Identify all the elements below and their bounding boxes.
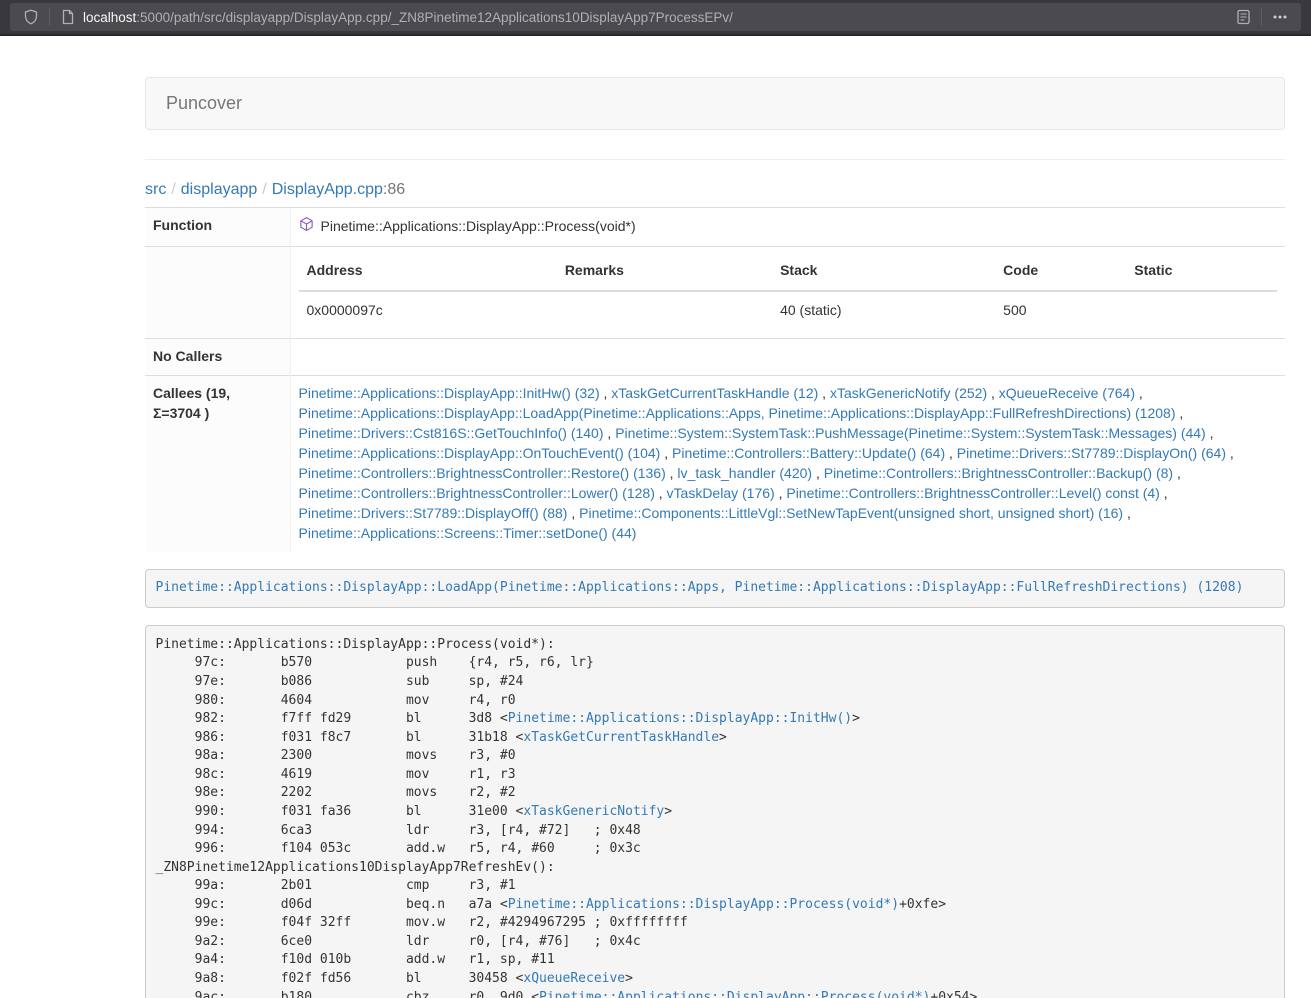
table-row-no-callers: No Callers [145, 338, 1285, 375]
callee-link[interactable]: xTaskGenericNotify (252) [830, 385, 987, 401]
callee-link[interactable]: Pinetime::Controllers::BrightnessControl… [824, 465, 1173, 481]
snippet-link[interactable]: Pinetime::Applications::DisplayApp::Load… [156, 580, 1244, 595]
asm-symbol-link[interactable]: xQueueReceive [523, 971, 625, 986]
column-header-code: Code [995, 255, 1126, 291]
column-header-remarks: Remarks [557, 255, 772, 291]
divider [145, 159, 1285, 160]
urlbar-divider [49, 8, 50, 26]
page-actions-ellipsis-icon[interactable] [1269, 6, 1291, 28]
callee-link[interactable]: Pinetime::Drivers::St7789::DisplayOff() … [299, 505, 568, 521]
callee-link[interactable]: Pinetime::Drivers::St7789::DisplayOn() (… [957, 445, 1226, 461]
callee-link[interactable]: Pinetime::Applications::Screens::Timer::… [299, 525, 637, 541]
table-row: 0x0000097c 40 (static) 500 [299, 291, 1278, 330]
function-label: Function [145, 208, 290, 247]
column-header-address: Address [299, 255, 557, 291]
breadcrumb-line-number: :86 [383, 181, 405, 198]
url-text[interactable]: localhost:5000/path/src/displayapp/Displ… [83, 10, 733, 25]
callee-link[interactable]: lv_task_handler (420) [677, 465, 812, 481]
asm-symbol-link[interactable]: xTaskGetCurrentTaskHandle [523, 730, 719, 745]
callees-list: Pinetime::Applications::DisplayApp::Init… [290, 375, 1285, 551]
asm-symbol-link[interactable]: Pinetime::Applications::DisplayApp::Init… [508, 711, 852, 726]
assembly-pre: Pinetime::Applications::DisplayApp::Proc… [145, 625, 1285, 998]
callee-link[interactable]: xTaskGetCurrentTaskHandle (12) [611, 385, 818, 401]
breadcrumb-separator: / [257, 181, 271, 198]
cell-remarks [557, 291, 772, 330]
table-row-function: Function Pinetime::Applications::Display… [145, 208, 1285, 247]
callee-link[interactable]: xQueueReceive (764) [999, 385, 1135, 401]
details-table: Address Remarks Stack Code Static 0x0000… [299, 255, 1278, 330]
callee-link[interactable]: Pinetime::Drivers::Cst816S::GetTouchInfo… [299, 425, 604, 441]
breadcrumb-link-file[interactable]: DisplayApp.cpp [272, 181, 383, 198]
callee-link[interactable]: Pinetime::Controllers::BrightnessControl… [299, 465, 666, 481]
brand-link[interactable]: Puncover [166, 93, 242, 114]
callee-link[interactable]: Pinetime::Applications::DisplayApp::Init… [299, 385, 600, 401]
cell-address: 0x0000097c [299, 291, 557, 330]
urlbar-divider [1261, 8, 1262, 26]
breadcrumb-separator: / [166, 181, 180, 198]
snippet-pre: Pinetime::Applications::DisplayApp::Load… [145, 569, 1285, 609]
cell-stack: 40 (static) [772, 291, 995, 330]
no-callers-label: No Callers [145, 338, 290, 375]
callee-link[interactable]: Pinetime::Applications::DisplayApp::Load… [299, 405, 1176, 421]
asm-symbol-link[interactable]: Pinetime::Applications::DisplayApp::Proc… [539, 990, 930, 998]
page-icon[interactable] [57, 6, 79, 28]
asm-symbol-link[interactable]: Pinetime::Applications::DisplayApp::Proc… [508, 897, 899, 912]
callee-link[interactable]: vTaskDelay (176) [667, 485, 775, 501]
callee-link[interactable]: Pinetime::Controllers::BrightnessControl… [299, 485, 655, 501]
callee-link[interactable]: Pinetime::System::SystemTask::PushMessag… [615, 425, 1206, 441]
asm-symbol-link[interactable]: xTaskGenericNotify [523, 804, 664, 819]
breadcrumb: src/displayapp/DisplayApp.cpp:86 [145, 181, 1285, 199]
url-host: localhost [83, 10, 136, 25]
shield-icon[interactable] [20, 6, 42, 28]
callees-label: Callees (19, Σ=3704 ) [145, 375, 290, 551]
url-path: :5000/path/src/displayapp/DisplayApp.cpp… [136, 10, 733, 25]
callee-link[interactable]: Pinetime::Applications::DisplayApp::OnTo… [299, 445, 661, 461]
table-row-details: Address Remarks Stack Code Static 0x0000… [145, 246, 1285, 338]
table-row-callees: Callees (19, Σ=3704 ) Pinetime::Applicat… [145, 375, 1285, 551]
page-container: Puncover src/displayapp/DisplayApp.cpp:8… [145, 77, 1285, 998]
cell-static [1126, 291, 1277, 330]
column-header-static: Static [1126, 255, 1277, 291]
package-cube-icon [299, 216, 314, 238]
function-name: Pinetime::Applications::DisplayApp::Proc… [321, 217, 636, 237]
browser-toolbar: localhost:5000/path/src/displayapp/Displ… [0, 0, 1311, 36]
column-header-stack: Stack [772, 255, 995, 291]
navbar: Puncover [145, 77, 1285, 130]
reader-mode-icon[interactable] [1232, 6, 1254, 28]
function-table: Function Pinetime::Applications::Display… [145, 207, 1285, 552]
callee-link[interactable]: Pinetime::Controllers::BrightnessControl… [786, 485, 1159, 501]
callee-link[interactable]: Pinetime::Components::LittleVgl::SetNewT… [579, 505, 1123, 521]
breadcrumb-link-displayapp[interactable]: displayapp [181, 181, 258, 198]
cell-code: 500 [995, 291, 1126, 330]
callee-link[interactable]: Pinetime::Controllers::Battery::Update()… [672, 445, 945, 461]
url-bar[interactable]: localhost:5000/path/src/displayapp/Displ… [10, 3, 1301, 31]
breadcrumb-link-src[interactable]: src [145, 181, 166, 198]
